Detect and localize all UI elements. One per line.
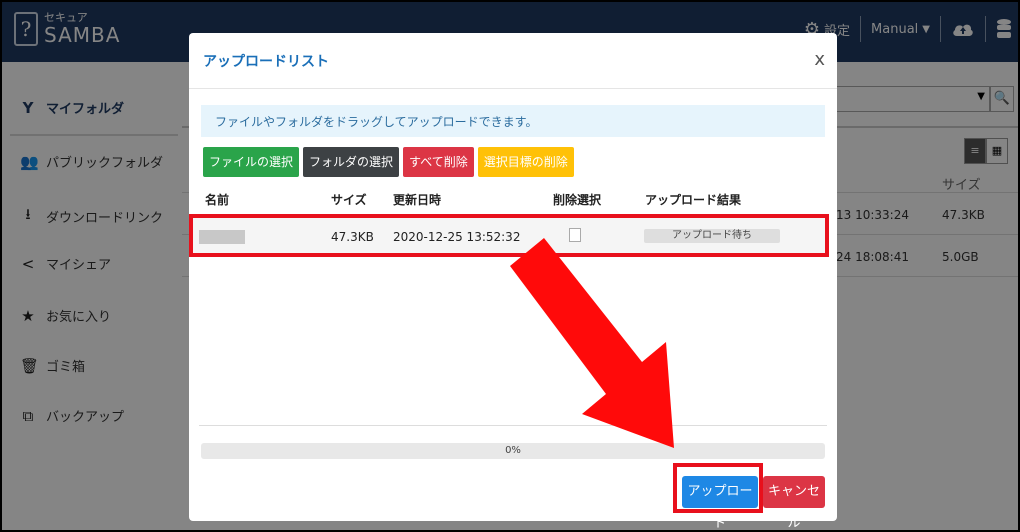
row-highlight-annotation — [189, 214, 829, 257]
upload-highlight-annotation — [673, 463, 763, 513]
dialog-toolbar: ファイルの選択 フォルダの選択 すべて削除 選択目標の削除 — [203, 147, 574, 177]
upload-list-dialog: アップロードリスト x ファイルやフォルダをドラッグしてアップロードできます。 … — [189, 33, 837, 530]
column-header-result: アップロード結果 — [645, 193, 742, 207]
column-header-updated: 更新日時 — [393, 193, 442, 207]
drag-drop-hint[interactable]: ファイルやフォルダをドラッグしてアップロードできます。 — [201, 105, 825, 137]
close-icon[interactable]: x — [814, 49, 825, 70]
delete-selected-button[interactable]: 選択目標の削除 — [477, 147, 574, 177]
delete-all-button[interactable]: すべて削除 — [403, 147, 474, 177]
select-file-button[interactable]: ファイルの選択 — [203, 147, 300, 177]
column-header-name: 名前 — [205, 193, 230, 207]
cancel-button[interactable]: キャンセル — [763, 476, 825, 530]
select-folder-button[interactable]: フォルダの選択 — [303, 147, 400, 177]
upload-progress-bar: 0% — [201, 443, 825, 459]
column-header-size: サイズ — [331, 193, 367, 207]
column-header-delete-select: 削除選択 — [553, 193, 602, 207]
dialog-divider — [199, 425, 827, 426]
dialog-header: アップロードリスト x — [189, 33, 837, 89]
dialog-title: アップロードリスト — [203, 54, 329, 70]
app-window: ? セキュア SAMBA ⚙ 設定 Manual ▼ Y マイフォルダ 👥 パブ… — [0, 0, 1020, 532]
